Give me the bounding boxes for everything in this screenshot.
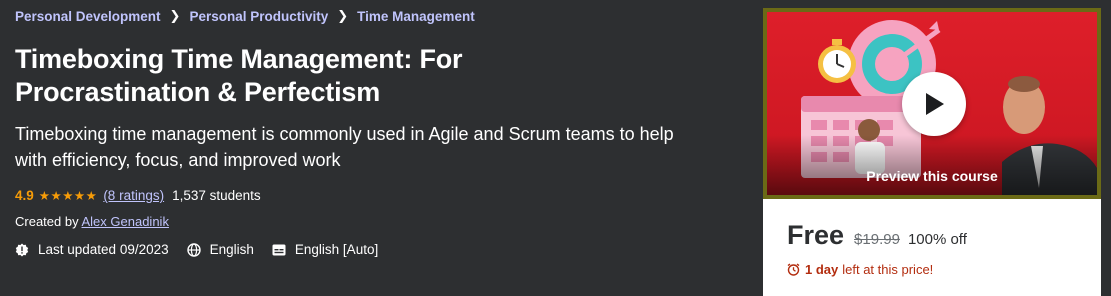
globe-icon <box>186 242 201 257</box>
course-header: Personal Development ❯ Personal Producti… <box>15 0 745 257</box>
ratings-count-link[interactable]: (8 ratings) <box>103 188 164 203</box>
alert-badge-icon <box>15 243 29 257</box>
captions-icon <box>272 244 286 256</box>
play-icon <box>926 93 944 115</box>
preview-label: Preview this course <box>866 168 998 184</box>
price-row: Free $19.99 100% off <box>787 220 1077 251</box>
breadcrumb-time-management[interactable]: Time Management <box>357 9 475 24</box>
play-button[interactable] <box>902 72 966 136</box>
last-updated: Last updated 09/2023 <box>15 242 169 257</box>
alarm-clock-icon <box>787 263 800 276</box>
rating-value: 4.9 <box>15 188 34 204</box>
author-link[interactable]: Alex Genadinik <box>82 214 169 229</box>
created-by: Created by Alex Genadinik <box>15 214 745 229</box>
timer-text: left at this price! <box>842 262 934 277</box>
rating-row: 4.9 ★★★★★ (8 ratings) 1,537 students <box>15 188 745 203</box>
original-price: $19.99 <box>854 231 900 248</box>
current-price: Free <box>787 220 845 250</box>
chevron-right-icon: ❯ <box>337 8 349 23</box>
breadcrumb-personal-development[interactable]: Personal Development <box>15 9 161 24</box>
star-icon: ★★★★★ <box>38 189 98 204</box>
created-by-label: Created by <box>15 214 82 230</box>
purchase-card: Preview this course Free $19.99 100% off… <box>763 8 1101 296</box>
discount-percent: 100% off <box>907 231 967 248</box>
students-count: 1,537 students <box>172 188 261 204</box>
breadcrumb: Personal Development ❯ Personal Producti… <box>15 0 745 32</box>
timer-days: 1 day <box>805 262 839 277</box>
chevron-right-icon: ❯ <box>169 8 181 23</box>
breadcrumb-personal-productivity[interactable]: Personal Productivity <box>189 9 328 24</box>
course-subtitle: Timeboxing time management is commonly u… <box>15 123 674 171</box>
course-meta: Last updated 09/2023 English English [Au… <box>15 242 745 257</box>
price-block: Free $19.99 100% off 1 day left at this … <box>763 199 1101 277</box>
captions: English [Auto] <box>272 242 378 257</box>
price-timer: 1 day left at this price! <box>787 262 1077 277</box>
language: English <box>186 242 254 257</box>
course-preview[interactable]: Preview this course <box>763 8 1101 199</box>
preview-thumbnail: Preview this course <box>767 12 1097 195</box>
course-title: Timeboxing Time Management: For Procrast… <box>15 44 463 108</box>
